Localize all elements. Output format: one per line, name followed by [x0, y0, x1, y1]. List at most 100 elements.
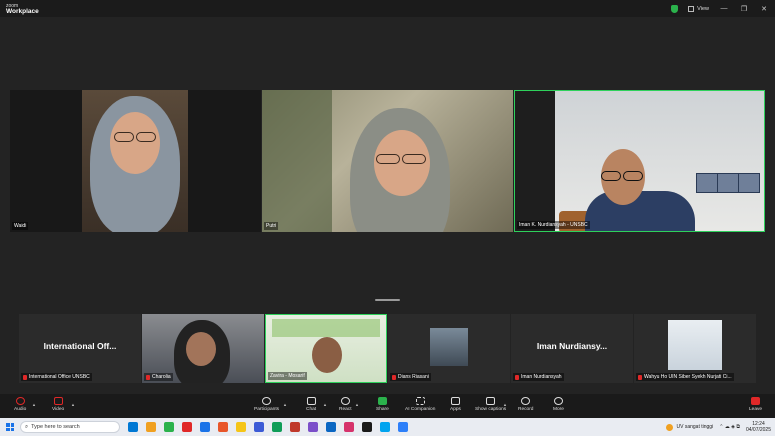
apps-icon: [450, 397, 460, 405]
restore-button[interactable]: ❐: [739, 5, 749, 13]
taskbar-search-input[interactable]: ⌕ Type here to search: [20, 421, 120, 433]
face-shape: [186, 332, 216, 366]
video-off-icon: [53, 397, 63, 405]
meeting-toolbar: Audio ▲ Video ▲ Participants ▲ Chat ▲ Re…: [0, 394, 775, 418]
taskbar-app-icon[interactable]: [164, 422, 174, 432]
camera-frame: [82, 90, 188, 232]
taskbar-app-icon[interactable]: [254, 422, 264, 432]
participant-name-tag: International Office UNSBC: [21, 373, 92, 381]
close-button[interactable]: ✕: [759, 5, 769, 13]
participants-button[interactable]: Participants: [254, 397, 279, 412]
apps-label: Apps: [450, 407, 461, 412]
participant-display-name: Iman Nurdiansy...: [536, 341, 608, 351]
participants-chevron-icon[interactable]: ▲: [283, 402, 287, 407]
more-button[interactable]: More: [553, 397, 564, 412]
view-button[interactable]: View: [688, 5, 709, 12]
strip-tile-iman-nurdiansyah[interactable]: Iman Nurdiansy... Iman Nurdiansyah: [511, 314, 633, 383]
security-shield-icon[interactable]: [671, 4, 679, 13]
taskbar-app-icon[interactable]: [200, 422, 210, 432]
ai-companion-button[interactable]: AI Companion: [405, 397, 435, 412]
audio-options-chevron-icon[interactable]: ▲: [32, 402, 36, 407]
taskbar-app-icon[interactable]: [398, 422, 408, 432]
video-options-chevron-icon[interactable]: ▲: [71, 402, 75, 407]
tray-icons[interactable]: ⌃ ☁ ◈ ⧉: [719, 424, 740, 430]
captions-icon: [486, 397, 496, 405]
face-shape: [312, 337, 342, 373]
participant-name: Zavira - Mosarif: [270, 373, 305, 379]
video-tile-putri[interactable]: Putri: [262, 90, 513, 232]
strip-tile-international-office[interactable]: International Off... International Offic…: [19, 314, 141, 383]
taskbar-app-icon[interactable]: [308, 422, 318, 432]
glasses-right: [136, 132, 156, 142]
taskbar-app-icon[interactable]: [380, 422, 390, 432]
taskbar-app-icon[interactable]: [362, 422, 372, 432]
sun-icon: [666, 423, 674, 431]
taskbar-app-icons: [120, 422, 408, 432]
video-label: Video: [52, 407, 65, 412]
leave-button[interactable]: Leave: [749, 397, 762, 412]
strip-tile-dians[interactable]: Dians Riasani: [388, 314, 510, 383]
participant-name-tag: Charolia: [144, 373, 173, 381]
strip-tile-wahyu[interactable]: Wahyu Ho UIN Siber Syekh Nurjati Ci...: [634, 314, 756, 383]
video-button[interactable]: Video: [52, 397, 64, 412]
participant-name-tag: Zavira - Mosarif: [268, 372, 307, 380]
share-button[interactable]: Share: [376, 397, 389, 412]
taskbar-app-icon[interactable]: [272, 422, 282, 432]
shirt-shape: [585, 191, 695, 231]
participants-icon: [262, 397, 272, 405]
record-button[interactable]: Record: [518, 397, 533, 412]
participant-name-tag: Putri: [264, 222, 279, 230]
muted-mic-icon: [392, 374, 396, 380]
weather-widget[interactable]: UV sangat tinggi: [666, 423, 713, 431]
taskbar-app-icon[interactable]: [128, 422, 138, 432]
windows-start-icon[interactable]: [6, 423, 14, 431]
muted-mic-icon: [23, 374, 27, 380]
chat-icon: [306, 397, 316, 405]
avatar-photo: [430, 328, 468, 366]
taskbar-app-icon[interactable]: [182, 422, 192, 432]
strip-tile-zavira[interactable]: Zavira - Mosarif: [265, 314, 387, 383]
audio-button[interactable]: Audio: [14, 397, 26, 412]
apps-button[interactable]: Apps: [450, 397, 461, 412]
taskbar-app-icon[interactable]: [344, 422, 354, 432]
chat-chevron-icon[interactable]: ▲: [323, 402, 327, 407]
more-dots-icon: [553, 397, 563, 405]
participant-name: Wahyu Ho UIN Siber Syekh Nurjati Ci...: [644, 374, 732, 380]
video-tile-iman-active-speaker[interactable]: Iman K. Nurdiansyah - UNSBC: [514, 90, 765, 232]
chat-button[interactable]: Chat: [306, 397, 316, 412]
taskbar-app-icon[interactable]: [236, 422, 246, 432]
search-placeholder: Type here to search: [31, 424, 80, 430]
taskbar-app-icon[interactable]: [146, 422, 156, 432]
taskbar-app-icon[interactable]: [326, 422, 336, 432]
muted-mic-icon: [15, 397, 25, 405]
ai-companion-icon: [415, 397, 425, 405]
windows-taskbar: ⌕ Type here to search UV sangat tinggi ⌃…: [0, 418, 775, 436]
react-label: React: [339, 407, 352, 412]
gallery-resize-handle[interactable]: [375, 299, 400, 301]
participant-name: Iman K. Nurdiansyah - UNSBC: [519, 222, 588, 228]
video-tile-waidi[interactable]: Waidi: [10, 90, 261, 232]
face-shape: [110, 112, 160, 174]
share-screen-icon: [377, 397, 387, 405]
glasses-left: [114, 132, 134, 142]
meeting-stage: Waidi Putri Iman K. Nurdiansyah - UNSBC: [0, 17, 775, 394]
banner-shape: [272, 319, 380, 337]
react-chevron-icon[interactable]: ▲: [355, 402, 359, 407]
participant-display-name: International Off...: [43, 341, 117, 351]
audio-label: Audio: [14, 407, 27, 412]
clock-date: 04/07/2025: [745, 427, 771, 433]
react-button[interactable]: React: [339, 397, 352, 412]
captions-chevron-icon[interactable]: ▲: [503, 402, 507, 407]
minimize-button[interactable]: —: [719, 5, 729, 12]
participant-name: International Office UNSBC: [29, 374, 90, 380]
clock[interactable]: 12:24 04/07/2025: [746, 421, 771, 433]
taskbar-app-icon[interactable]: [290, 422, 300, 432]
strip-tile-charolia[interactable]: Charolia: [142, 314, 264, 383]
view-grid-icon: [688, 5, 695, 12]
record-icon: [521, 397, 531, 405]
captions-button[interactable]: Show captions: [475, 397, 506, 412]
taskbar-app-icon[interactable]: [218, 422, 228, 432]
muted-mic-icon: [515, 374, 519, 380]
participant-name: Putri: [266, 223, 277, 229]
participant-name-tag: Wahyu Ho UIN Siber Syekh Nurjati Ci...: [636, 373, 734, 381]
